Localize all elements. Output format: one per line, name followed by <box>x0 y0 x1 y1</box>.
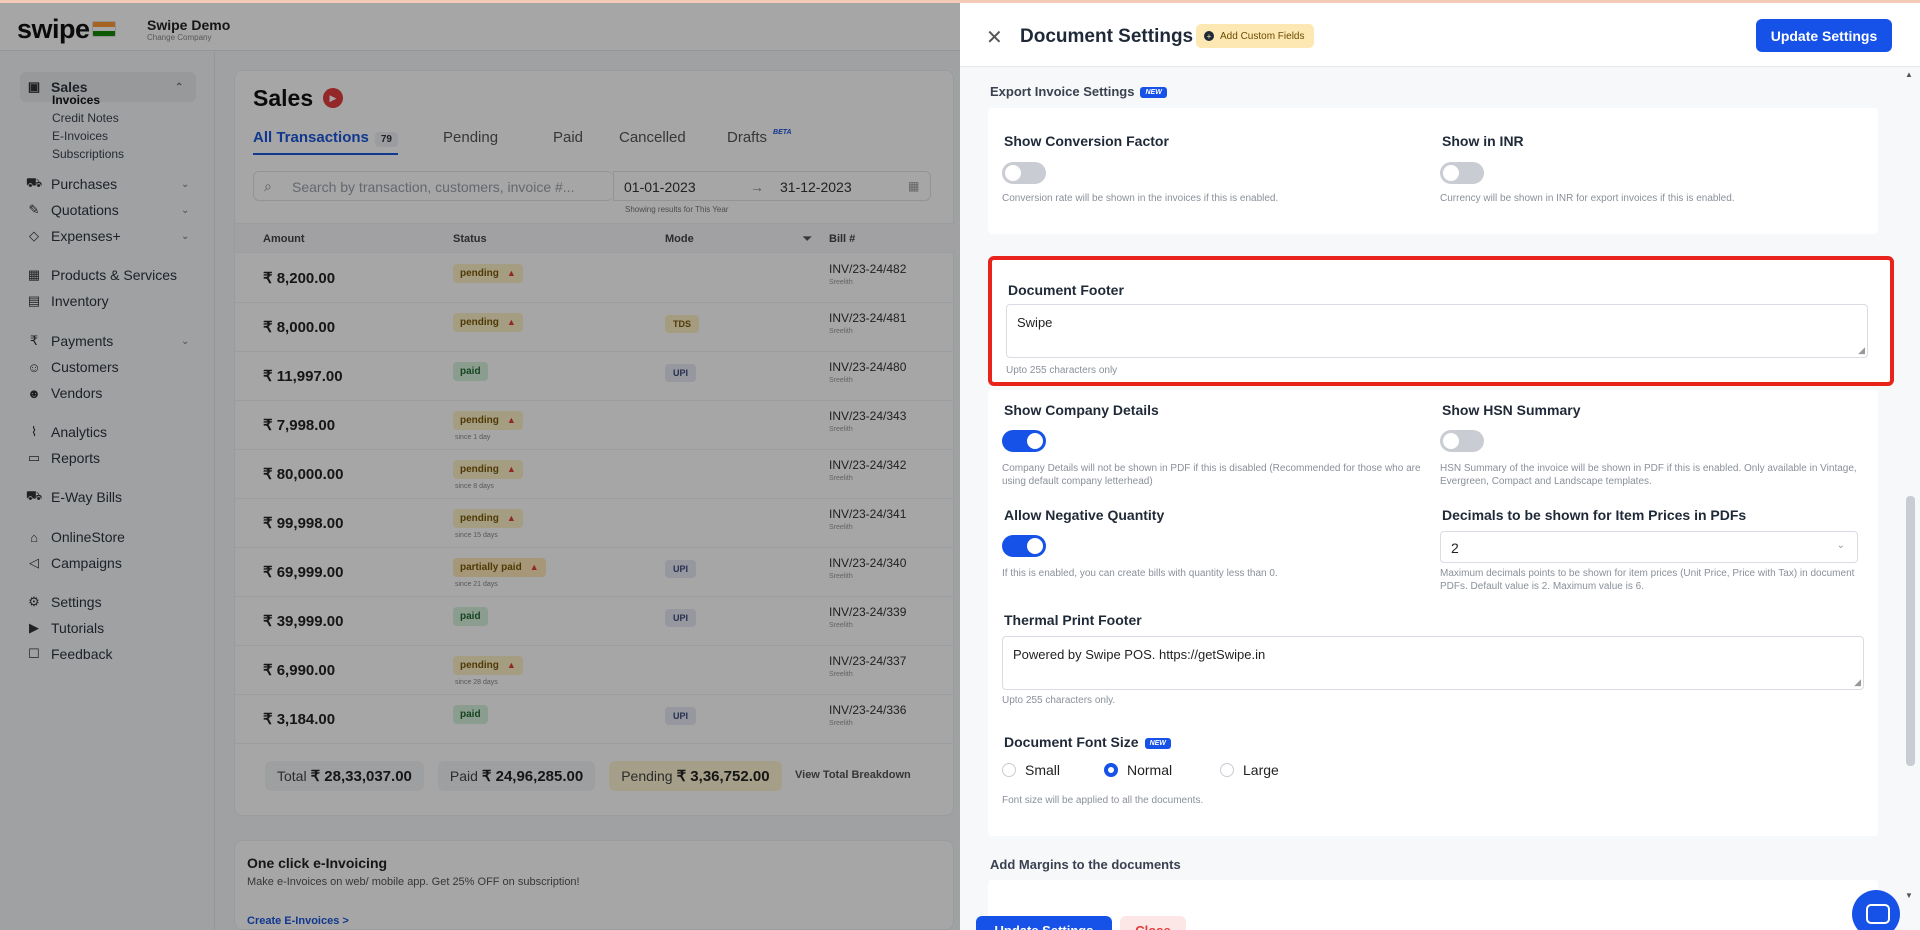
scroll-down-arrow-icon[interactable]: ▼ <box>1905 891 1913 900</box>
footer-close-button[interactable]: Close <box>1120 916 1186 930</box>
font-size-label-text: Document Font Size <box>1004 734 1139 750</box>
new-badge: NEW <box>1140 87 1167 99</box>
radio-label: Small <box>1025 762 1061 778</box>
document-footer-hint: Upto 255 characters only <box>1006 365 1118 376</box>
hsn-summary-toggle[interactable] <box>1440 430 1484 452</box>
conversion-factor-hint: Conversion rate will be shown in the inv… <box>1002 193 1279 204</box>
radio-label: Normal <box>1127 762 1173 778</box>
document-options-card: Show Company Details Company Details wil… <box>988 390 1878 836</box>
show-in-inr-hint: Currency will be shown in INR for export… <box>1440 193 1735 204</box>
document-footer-highlight: Document Footer Swipe ◢ Upto 255 charact… <box>988 256 1894 386</box>
thermal-footer-textarea[interactable]: Powered by Swipe POS. https://getSwipe.i… <box>1002 636 1864 690</box>
scroll-up-arrow-icon[interactable]: ▲ <box>1905 70 1913 79</box>
chevron-down-icon: ⌄ <box>1836 540 1845 551</box>
drawer-title: Document Settings <box>1020 26 1194 47</box>
export-settings-heading: Export Invoice Settings NEW <box>990 84 1167 99</box>
thermal-footer-label: Thermal Print Footer <box>1004 612 1142 628</box>
add-custom-fields-button[interactable]: + Add Custom Fields <box>1196 24 1315 48</box>
font-size-small-radio[interactable]: Small <box>1002 762 1060 778</box>
negative-quantity-label: Allow Negative Quantity <box>1004 507 1165 523</box>
drawer-header: ✕ Document Settings + Add Custom Fields U… <box>960 3 1920 67</box>
new-badge: NEW <box>1144 737 1171 749</box>
document-footer-label: Document Footer <box>1008 282 1124 298</box>
font-size-label: Document Font Size NEW <box>1004 734 1171 750</box>
plus-icon: + <box>1204 31 1214 41</box>
resize-handle-icon[interactable]: ◢ <box>1858 345 1865 356</box>
decimals-label: Decimals to be shown for Item Prices in … <box>1442 507 1747 523</box>
document-settings-drawer: ✕ Document Settings + Add Custom Fields U… <box>960 0 1920 930</box>
close-icon[interactable]: ✕ <box>986 25 1003 50</box>
resize-handle-icon[interactable]: ◢ <box>1854 677 1861 688</box>
chat-support-icon[interactable] <box>1852 890 1900 930</box>
scrollbar-thumb[interactable] <box>1906 496 1915 766</box>
thermal-footer-value: Powered by Swipe POS. https://getSwipe.i… <box>1013 647 1266 662</box>
font-size-large-radio[interactable]: Large <box>1220 762 1279 778</box>
top-accent-line <box>0 0 1920 3</box>
font-size-hint: Font size will be applied to all the doc… <box>1002 795 1204 806</box>
section-title: Export Invoice Settings <box>990 84 1135 99</box>
decimals-hint: Maximum decimals points to be shown for … <box>1440 568 1855 592</box>
radio-circle <box>1002 763 1016 777</box>
modal-backdrop[interactable] <box>0 0 960 930</box>
decimals-select[interactable]: 2 ⌄ <box>1440 531 1858 563</box>
update-settings-button[interactable]: Update Settings <box>1756 19 1892 52</box>
decimals-value: 2 <box>1451 540 1459 556</box>
add-custom-fields-label: Add Custom Fields <box>1220 30 1305 42</box>
font-size-normal-radio[interactable]: Normal <box>1104 762 1172 778</box>
document-footer-textarea[interactable]: Swipe ◢ <box>1006 304 1868 358</box>
conversion-factor-toggle[interactable] <box>1002 162 1046 184</box>
radio-circle <box>1104 763 1118 777</box>
footer-update-settings-button[interactable]: Update Settings <box>976 916 1112 930</box>
radio-label: Large <box>1243 762 1279 778</box>
conversion-factor-label: Show Conversion Factor <box>1004 133 1169 149</box>
show-in-inr-toggle[interactable] <box>1440 162 1484 184</box>
margins-heading: Add Margins to the documents <box>990 857 1181 872</box>
company-details-hint: Company Details will not be shown in PDF… <box>1002 463 1421 487</box>
negative-quantity-hint: If this is enabled, you can create bills… <box>1002 568 1278 579</box>
hsn-summary-label: Show HSN Summary <box>1442 402 1581 418</box>
negative-quantity-toggle[interactable] <box>1002 535 1046 557</box>
export-settings-card: Show Conversion Factor Conversion rate w… <box>988 108 1878 234</box>
thermal-footer-hint: Upto 255 characters only. <box>1002 695 1116 706</box>
show-in-inr-label: Show in INR <box>1442 133 1524 149</box>
document-footer-value: Swipe <box>1017 315 1053 330</box>
radio-circle <box>1220 763 1234 777</box>
company-details-toggle[interactable] <box>1002 430 1046 452</box>
company-details-label: Show Company Details <box>1004 402 1159 418</box>
hsn-summary-hint: HSN Summary of the invoice will be shown… <box>1440 463 1857 487</box>
